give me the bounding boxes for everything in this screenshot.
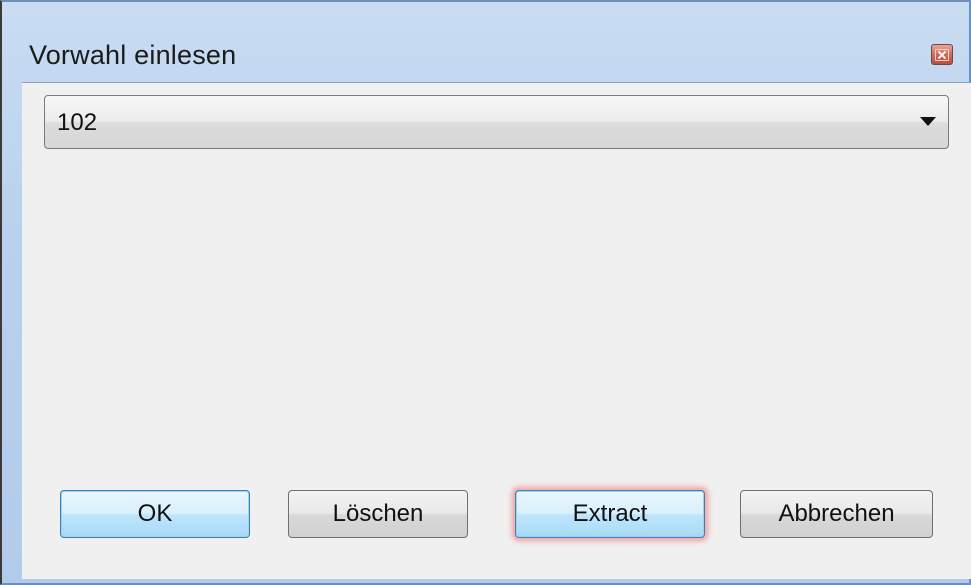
chevron-down-icon[interactable] bbox=[920, 117, 936, 126]
close-button[interactable] bbox=[931, 44, 953, 65]
dialog-window: Vorwahl einlesen 102 OK Löschen Extract … bbox=[0, 0, 971, 585]
title-bar[interactable]: Vorwahl einlesen bbox=[2, 2, 969, 82]
ok-button[interactable]: OK bbox=[60, 490, 250, 538]
abbrechen-button[interactable]: Abbrechen bbox=[740, 490, 933, 538]
vorwahl-dropdown[interactable]: 102 bbox=[44, 95, 949, 149]
dialog-content: 102 OK Löschen Extract Abbrechen bbox=[22, 82, 971, 579]
window-title: Vorwahl einlesen bbox=[29, 40, 237, 70]
dropdown-selected-value: 102 bbox=[57, 109, 98, 136]
close-icon bbox=[935, 48, 949, 61]
loeschen-button[interactable]: Löschen bbox=[288, 490, 468, 538]
extract-button[interactable]: Extract bbox=[515, 490, 705, 538]
